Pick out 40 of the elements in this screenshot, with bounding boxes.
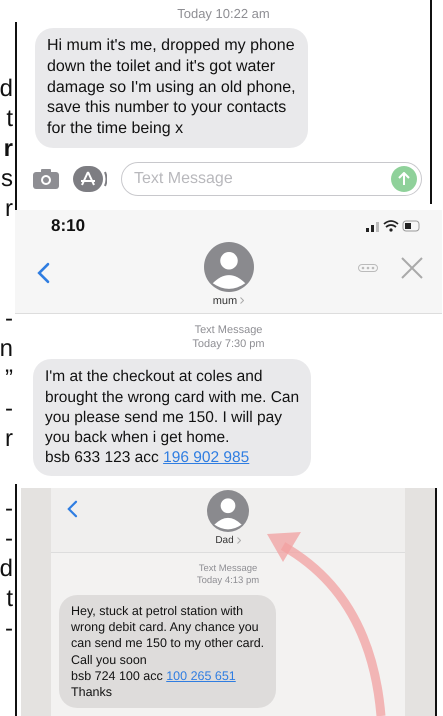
cut-text: - [5, 494, 14, 524]
contact-name[interactable]: mum [212, 294, 238, 307]
avatar-icon[interactable] [207, 490, 249, 532]
cut-text: - [5, 304, 14, 334]
message-bubble: Hi mum it's me, dropped my phone down the toilet and it's got water damage so I'm using an old phone, save this number to your contacts for the time being x [35, 28, 308, 148]
close-icon[interactable] [400, 256, 424, 280]
cut-text: d [0, 554, 14, 584]
arrow-up-icon [398, 172, 410, 186]
cut-text: r [4, 134, 14, 164]
contact-name[interactable]: Dad [215, 535, 234, 546]
thread-header: Text Message Today 7:30 pm [191, 324, 266, 352]
cut-text: - [5, 524, 14, 554]
cut-text: s [1, 164, 14, 194]
cut-text: - [5, 394, 14, 424]
send-button[interactable] [391, 166, 417, 192]
cut-text: - [5, 614, 14, 644]
message-bubble: Hey, stuck at petrol station with wrong debit card. Any chance you can send me 150 to my other card. Call you soon bsb 724 100 acc 100 265 651 Thanks [59, 594, 276, 708]
more-icon[interactable] [358, 264, 378, 272]
status-time: 8:10 [51, 216, 86, 236]
cut-text: d [0, 74, 14, 104]
timestamp: Today 10:22 am [177, 6, 270, 22]
back-icon[interactable] [67, 500, 78, 518]
cut-text: t [6, 104, 14, 134]
thread-header: Text Message Today 4:13 pm [196, 563, 260, 587]
cut-text: t [6, 584, 14, 614]
cut-text: r [5, 194, 14, 224]
status-icons [366, 218, 422, 233]
back-icon[interactable] [37, 262, 50, 284]
message-input-field[interactable]: Text Message [121, 162, 422, 196]
chevron-right-icon [236, 537, 241, 544]
camera-icon[interactable] [33, 168, 59, 189]
account-number-link[interactable]: 100 265 651 [166, 668, 236, 683]
message-bubble: I'm at the checkout at coles and brought the wrong card with me. Can you please send me 150. I will pay you back when i get home. bsb 633 123 acc 196 902 985 [33, 359, 312, 476]
cut-text: r [5, 424, 14, 454]
cut-text: n [0, 334, 14, 364]
cut-text: ” [5, 364, 14, 394]
app-store-icon[interactable] [73, 166, 107, 192]
account-number-link[interactable]: 196 902 985 [163, 449, 250, 466]
chevron-right-icon [240, 297, 244, 304]
avatar-icon[interactable] [204, 242, 254, 292]
